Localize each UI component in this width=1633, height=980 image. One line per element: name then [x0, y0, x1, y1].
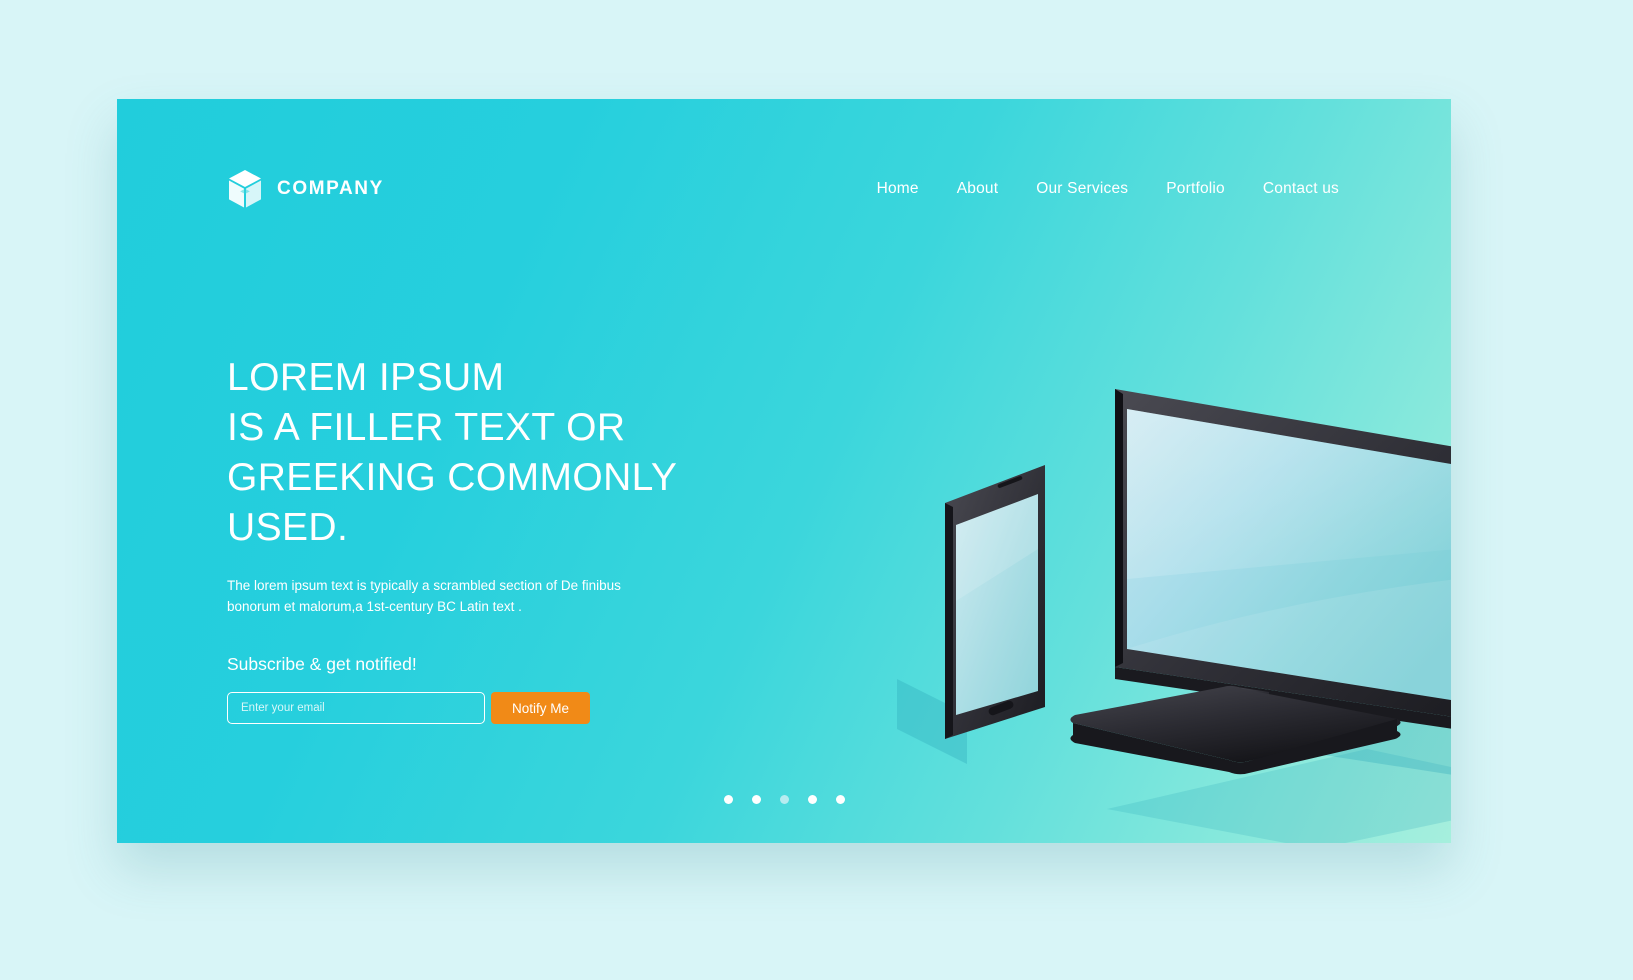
brand-name: COMPANY [277, 178, 384, 199]
nav-item-home[interactable]: Home [877, 180, 919, 198]
tablet-device [945, 465, 1045, 739]
screenshot-stage: COMPANY Home About Our Services Portfoli… [0, 0, 1633, 980]
nav-item-about[interactable]: About [957, 180, 999, 198]
brand-logo-group[interactable]: COMPANY [227, 169, 384, 209]
isometric-devices-illustration [757, 249, 1451, 843]
hero-copy: LOREM IPSUM IS A FILLER TEXT OR GREEKING… [227, 353, 747, 724]
subscribe-form: Notify Me [227, 692, 747, 724]
carousel-dots [117, 795, 1451, 804]
hero-card: COMPANY Home About Our Services Portfoli… [117, 99, 1451, 843]
cube-icon [227, 169, 263, 209]
email-input[interactable] [227, 692, 485, 724]
monitor-device [1115, 389, 1451, 729]
hero-subtext: The lorem ipsum text is typically a scra… [227, 578, 621, 614]
subscribe-label: Subscribe & get notified! [227, 654, 417, 674]
notify-me-button[interactable]: Notify Me [491, 692, 591, 724]
nav-item-portfolio[interactable]: Portfolio [1166, 180, 1225, 198]
carousel-dot-3[interactable] [779, 795, 789, 804]
hero-heading: LOREM IPSUM IS A FILLER TEXT OR GREEKING… [227, 356, 678, 549]
nav-item-our-services[interactable]: Our Services [1036, 180, 1128, 198]
carousel-dot-4[interactable] [807, 795, 817, 804]
main-nav: Home About Our Services Portfolio Contac… [877, 180, 1339, 198]
nav-item-contact-us[interactable]: Contact us [1263, 180, 1339, 198]
carousel-dot-2[interactable] [751, 795, 761, 804]
carousel-dot-1[interactable] [723, 795, 733, 804]
carousel-dot-5[interactable] [835, 795, 845, 804]
